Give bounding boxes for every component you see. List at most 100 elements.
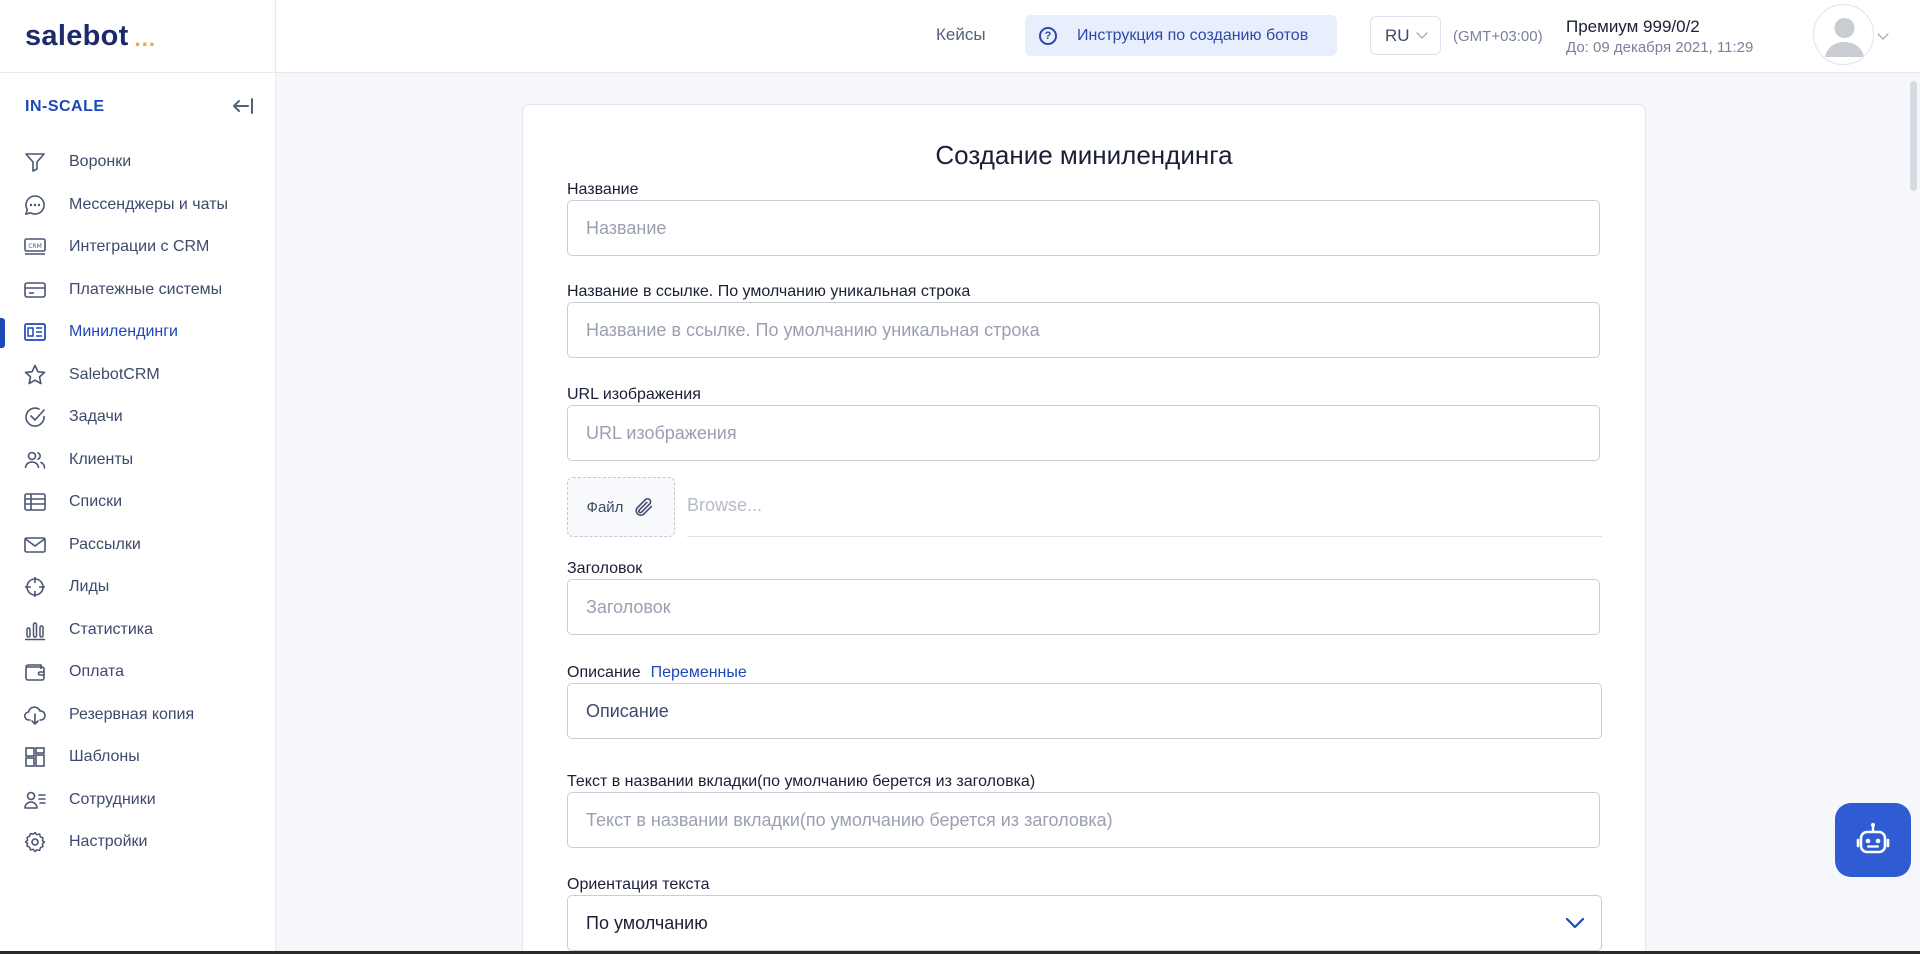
name-label: Название [567,181,639,198]
sidebar-item-messengers[interactable]: Мессенджеры и чаты [0,184,276,227]
sidebar-item-label: Лиды [69,578,110,596]
crm-icon: CRM [24,238,46,256]
project-name[interactable]: IN-SCALE [25,98,105,116]
collapse-sidebar-icon[interactable] [231,96,255,116]
sidebar-item-label: Мессенджеры и чаты [69,195,229,213]
templates-icon [25,747,45,768]
logo-text: salebot [25,19,129,52]
plan-name[interactable]: Премиум 999/0/2 [1566,17,1700,37]
sidebar-item-payments[interactable]: Платежные системы [0,269,276,312]
landing-icon [24,323,46,342]
chat-icon [24,194,45,215]
mail-icon [24,536,46,553]
language-value: RU [1385,25,1410,45]
sidebar-item-leads[interactable]: Лиды [0,566,276,609]
file-browse-field[interactable]: Browse... [687,495,1602,537]
sidebar-item-tasks[interactable]: Задачи [0,396,276,439]
page-title: Создание минилендинга [935,140,1233,170]
name-input[interactable]: Название [567,200,1600,256]
check-circle-icon [25,407,45,428]
top-bar: Кейсы ? Инструкция по созданию ботов RU … [276,0,1920,73]
sidebar-item-label: Настройки [69,833,148,851]
sidebar-item-clients[interactable]: Клиенты [0,439,276,482]
tab-title-label: Текст в названии вкладки(по умолчанию бе… [567,773,1036,790]
sidebar-nav: Воронки Мессенджеры и чаты CRM Интеграци… [0,141,276,864]
sidebar-divider [0,72,276,73]
chevron-down-icon [1415,26,1428,39]
sidebar-item-label: Платежные системы [69,280,223,298]
logo-dots: ... [134,26,156,51]
sidebar-item-mailings[interactable]: Рассылки [0,524,276,567]
sidebar-item-label: Списки [69,493,123,511]
users-icon [24,451,46,469]
sidebar-item-label: Сотрудники [69,790,156,808]
cases-link[interactable]: Кейсы [936,25,986,45]
cloud-download-icon [23,706,46,725]
scrollbar-thumb[interactable] [1910,81,1917,191]
sidebar-item-label: Статистика [69,620,154,638]
variables-link[interactable]: Переменные [651,664,747,681]
card-icon [24,281,46,298]
sidebar-item-label: Минилендинги [69,323,178,341]
chat-bot-button[interactable] [1835,803,1911,877]
sidebar-item-templates[interactable]: Шаблоны [0,736,276,779]
sidebar-item-staff[interactable]: Сотрудники [0,779,276,822]
slug-input[interactable]: Название в ссылке. По умолчанию уникальн… [567,302,1600,358]
image-url-label: URL изображения [567,386,701,403]
sidebar-item-salebotcrm[interactable]: SalebotCRM [0,354,276,397]
sidebar-item-label: Задачи [69,408,123,426]
bot-guide-label: Инструкция по созданию ботов [1077,26,1309,44]
sidebar-item-label: Клиенты [69,450,134,468]
file-upload-label: Файл [586,498,624,516]
star-icon [24,364,46,385]
orientation-select[interactable]: По умолчанию [567,895,1602,951]
sidebar-item-label: Воронки [69,153,132,171]
sidebar-item-lists[interactable]: Списки [0,481,276,524]
chevron-down-icon [1565,917,1585,929]
help-icon: ? [1039,26,1057,45]
sidebar-item-backup[interactable]: Резервная копия [0,694,276,737]
table-icon [24,493,46,512]
slug-label: Название в ссылке. По умолчанию уникальн… [567,283,971,300]
orientation-value: По умолчанию [586,912,708,933]
orientation-label: Ориентация текста [567,876,710,893]
sidebar-item-payment[interactable]: Оплата [0,651,276,694]
target-icon [25,577,45,598]
description-input[interactable]: Описание [567,683,1602,739]
image-url-input[interactable]: URL изображения [567,405,1600,461]
sidebar-item-label: Интеграции с CRM [69,238,210,256]
sidebar-item-statistics[interactable]: Статистика [0,609,276,652]
wallet-icon [25,664,45,682]
language-select[interactable]: RU [1370,16,1441,55]
sidebar-item-settings[interactable]: Настройки [0,821,276,864]
sidebar-item-label: SalebotCRM [69,365,160,383]
funnel-icon [25,153,45,173]
chevron-down-icon[interactable] [1877,28,1889,40]
user-placeholder-icon [1825,18,1864,57]
sidebar-item-minilandings[interactable]: Минилендинги [0,311,276,354]
svg-text:CRM: CRM [28,243,42,250]
file-upload-button[interactable]: Файл [567,477,675,537]
plan-expiry: До: 09 декабря 2021, 11:29 [1566,39,1754,56]
sidebar: salebot... IN-SCALE Воронки Мессенджеры … [0,0,276,954]
staff-icon [24,791,46,809]
gear-icon [24,832,46,853]
tab-title-input[interactable]: Текст в названии вкладки(по умолчанию бе… [567,792,1600,848]
sidebar-item-crm[interactable]: CRM Интеграции с CRM [0,226,276,269]
sidebar-item-label: Оплата [69,663,125,681]
description-label-row: Описание Переменные [567,664,747,682]
sidebar-item-funnels[interactable]: Воронки [0,141,276,184]
bot-guide-button[interactable]: ? Инструкция по созданию ботов [1025,15,1337,56]
timezone: (GMT+03:00) [1453,28,1543,45]
salebot-logo[interactable]: salebot... [25,18,156,54]
sidebar-item-label: Резервная копия [69,705,195,723]
robot-icon [1856,823,1890,854]
sidebar-item-label: Шаблоны [69,748,140,766]
sidebar-item-label: Рассылки [69,535,141,553]
bar-chart-icon [25,622,45,641]
heading-label: Заголовок [567,560,643,577]
avatar[interactable] [1813,4,1874,65]
heading-input[interactable]: Заголовок [567,579,1600,635]
paperclip-icon [635,498,653,517]
minilanding-form-card: Создание минилендинга Название Название … [522,104,1646,954]
